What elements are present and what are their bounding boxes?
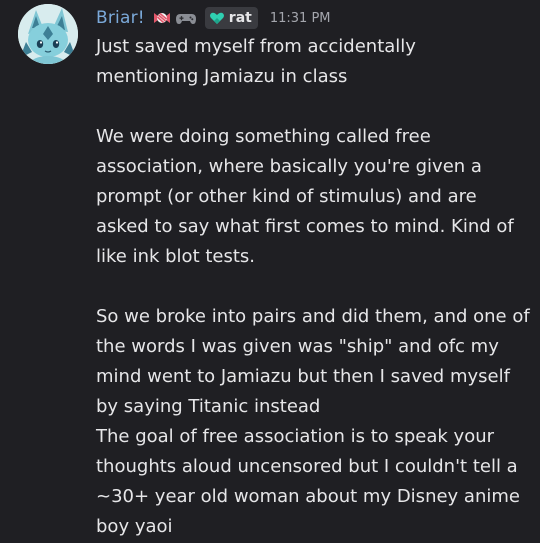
game-controller-icon bbox=[175, 7, 197, 29]
chat-message: Briar! rat 11:31 PM Just saved myself fr… bbox=[0, 0, 540, 543]
username[interactable]: Briar! bbox=[96, 8, 145, 28]
candy-icon bbox=[151, 7, 173, 29]
message-header: Briar! rat 11:31 PM bbox=[96, 5, 331, 31]
message-body: Just saved myself from accidentally ment… bbox=[96, 32, 536, 542]
heart-icon bbox=[209, 12, 224, 24]
timestamp[interactable]: 11:31 PM bbox=[270, 11, 331, 26]
message-paragraph: Just saved myself from accidentally ment… bbox=[96, 36, 416, 87]
avatar[interactable] bbox=[18, 4, 78, 64]
role-tag[interactable]: rat bbox=[204, 7, 258, 29]
glaceon-avatar-icon bbox=[18, 4, 78, 64]
message-paragraph: We were doing something called free asso… bbox=[96, 126, 514, 267]
message-paragraph: So we broke into pairs and did them, and… bbox=[96, 306, 530, 417]
tag-label: rat bbox=[228, 10, 252, 26]
message-paragraph: The goal of free association is to speak… bbox=[96, 426, 520, 537]
